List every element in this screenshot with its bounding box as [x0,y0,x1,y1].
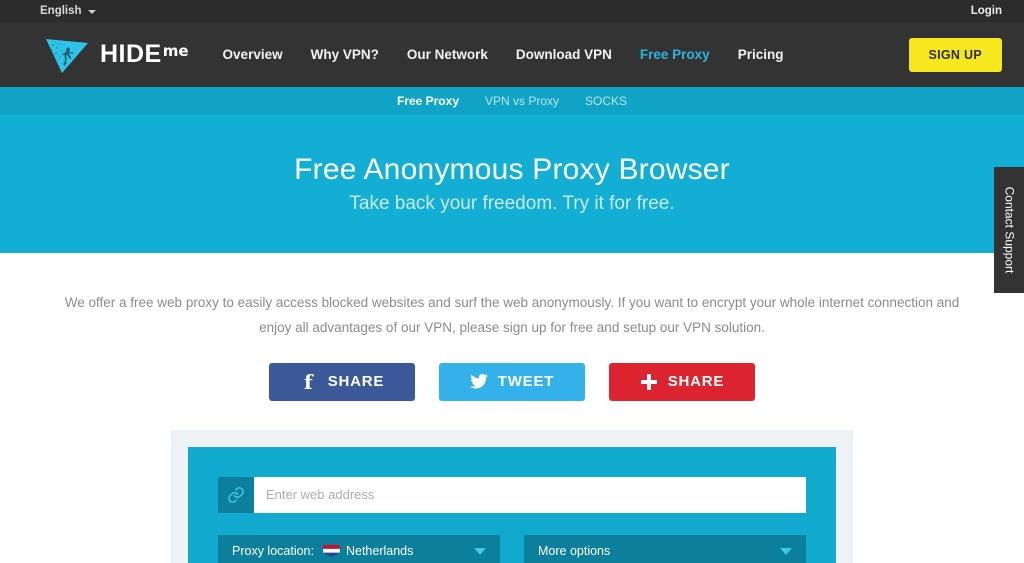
language-label: English [40,5,82,17]
more-options-dropdown[interactable]: More options [524,534,806,563]
brand-logo[interactable]: HIDE me [44,35,189,75]
page-subtitle: Take back your freedom. Try it for free. [349,193,675,214]
twitter-share-label: TWEET [497,373,555,391]
url-input-row [218,476,806,513]
facebook-share-button[interactable]: f SHARE [269,362,415,401]
main-navigation-bar: HIDE me Overview Why VPN? Our Network Do… [0,22,1024,87]
proxy-form-frame: Proxy location: Netherlands More options [171,429,853,563]
google-plus-icon [640,373,658,391]
subnav-item-vpn-vs-proxy[interactable]: VPN vs Proxy [485,94,559,108]
language-selector[interactable]: English [40,5,96,17]
netherlands-flag-icon [323,545,340,558]
nav-link-pricing[interactable]: Pricing [738,47,784,62]
chevron-down-icon [780,547,792,555]
nav-link-download-vpn[interactable]: Download VPN [516,47,612,62]
proxy-location-dropdown[interactable]: Proxy location: Netherlands [218,534,500,563]
page-title: Free Anonymous Proxy Browser [294,153,730,186]
twitter-share-button[interactable]: TWEET [439,362,585,401]
signup-button[interactable]: SIGN UP [908,37,1002,72]
subnav-item-socks[interactable]: SOCKS [585,94,627,108]
proxy-options-row: Proxy location: Netherlands More options [218,534,806,563]
nav-link-why-vpn[interactable]: Why VPN? [311,47,379,62]
chevron-down-icon [87,10,96,14]
nav-link-free-proxy[interactable]: Free Proxy [640,47,710,62]
contact-support-label: Contact Support [1002,186,1016,274]
proxy-location-label: Proxy location: [232,544,314,559]
intro-paragraph: We offer a free web proxy to easily acce… [64,295,960,335]
nav-links: Overview Why VPN? Our Network Download V… [223,47,909,62]
proxy-form-panel: Proxy location: Netherlands More options [188,446,836,563]
chevron-down-icon [474,547,486,555]
twitter-bird-icon [469,373,488,391]
subnav-item-free-proxy[interactable]: Free Proxy [397,94,459,108]
web-address-input[interactable] [254,476,806,513]
nav-link-overview[interactable]: Overview [223,47,283,62]
utility-bar: English Login [0,0,1024,22]
login-link[interactable]: Login [971,5,1002,17]
more-options-label: More options [538,544,611,559]
hideme-triangle-runner-logo-icon [46,38,88,73]
proxy-location-value: Netherlands [345,544,414,559]
nav-link-our-network[interactable]: Our Network [407,47,488,62]
hero-banner: Free Anonymous Proxy Browser Take back y… [0,115,1024,253]
brand-name-secondary: me [162,42,189,60]
googleplus-share-button[interactable]: SHARE [609,362,755,401]
link-chain-icon [218,476,254,513]
brand-name-primary: HIDE [100,40,162,68]
googleplus-share-label: SHARE [667,373,725,391]
facebook-share-label: SHARE [327,373,385,391]
sub-navigation-bar: Free Proxy VPN vs Proxy SOCKS [0,87,1024,115]
contact-support-tab[interactable]: Contact Support [994,167,1024,293]
social-share-row: f SHARE TWEET SHARE [0,362,1024,401]
facebook-icon: f [304,369,314,394]
